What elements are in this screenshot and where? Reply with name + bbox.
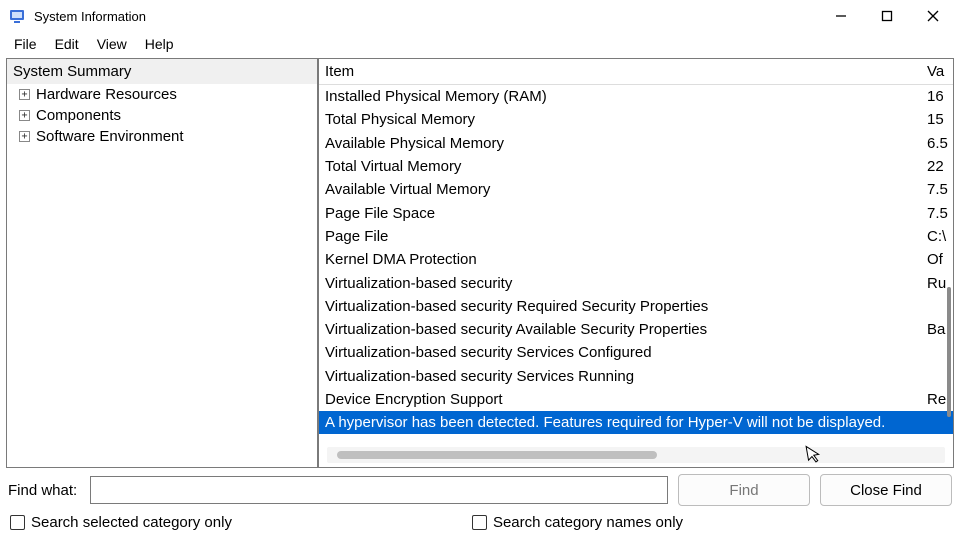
list-row[interactable]: Total Physical Memory15 <box>319 108 953 131</box>
list-row[interactable]: Device Encryption SupportRe <box>319 388 953 411</box>
find-button[interactable]: Find <box>678 474 810 506</box>
app-icon <box>8 7 26 25</box>
checkbox-icon[interactable] <box>10 515 25 530</box>
expand-icon[interactable]: + <box>19 89 30 100</box>
menu-help[interactable]: Help <box>137 34 182 54</box>
cell-item: Available Physical Memory <box>319 135 925 152</box>
expand-icon[interactable]: + <box>19 110 30 121</box>
menu-file[interactable]: File <box>6 34 45 54</box>
list-row[interactable]: Installed Physical Memory (RAM)16 <box>319 85 953 108</box>
cell-item: Virtualization-based security Services C… <box>319 344 925 361</box>
list-row[interactable]: Page File Space7.5 <box>319 201 953 224</box>
horizontal-scrollbar[interactable] <box>327 447 945 463</box>
checkbox-label: Search category names only <box>493 514 683 531</box>
cell-item: Total Physical Memory <box>319 111 925 128</box>
list-row[interactable]: Available Virtual Memory7.5 <box>319 178 953 201</box>
list-row[interactable]: Kernel DMA ProtectionOf <box>319 248 953 271</box>
window-title: System Information <box>34 9 146 24</box>
maximize-button[interactable] <box>864 1 910 31</box>
list-row[interactable]: Virtualization-based security Available … <box>319 318 953 341</box>
cell-item: Page File <box>319 228 925 245</box>
checkbox-search-selected-category[interactable]: Search selected category only <box>10 514 232 531</box>
cell-item: Available Virtual Memory <box>319 181 925 198</box>
cell-item: A hypervisor has been detected. Features… <box>319 414 925 431</box>
list-row[interactable]: Available Physical Memory6.5 <box>319 132 953 155</box>
tree-item-label: Software Environment <box>36 128 184 145</box>
cell-item: Total Virtual Memory <box>319 158 925 175</box>
list-header: Item Va <box>319 59 953 85</box>
list-row[interactable]: Virtualization-based securityRu <box>319 271 953 294</box>
checkbox-icon[interactable] <box>472 515 487 530</box>
horizontal-scrollbar-thumb[interactable] <box>337 451 657 459</box>
tree-item-label: Hardware Resources <box>36 86 177 103</box>
find-bar: Find what: Find Close Find Search select… <box>0 468 960 531</box>
category-tree[interactable]: System Summary + Hardware Resources + Co… <box>6 58 318 468</box>
checkbox-label: Search selected category only <box>31 514 232 531</box>
list-row[interactable]: Virtualization-based security Services R… <box>319 365 953 388</box>
tree-item-components[interactable]: + Components <box>7 105 317 126</box>
content-area: System Summary + Hardware Resources + Co… <box>0 58 960 468</box>
cell-item: Virtualization-based security <box>319 275 925 292</box>
cell-item: Kernel DMA Protection <box>319 251 925 268</box>
expand-icon[interactable]: + <box>19 131 30 142</box>
close-find-button[interactable]: Close Find <box>820 474 952 506</box>
menu-edit[interactable]: Edit <box>47 34 87 54</box>
tree-item-software-environment[interactable]: + Software Environment <box>7 126 317 147</box>
vertical-scrollbar-thumb[interactable] <box>947 287 951 417</box>
list-row[interactable]: Virtualization-based security Services C… <box>319 341 953 364</box>
details-list: Item Va Installed Physical Memory (RAM)1… <box>318 58 954 468</box>
cell-item: Virtualization-based security Services R… <box>319 368 925 385</box>
list-row[interactable]: A hypervisor has been detected. Features… <box>319 411 953 434</box>
find-input[interactable] <box>90 476 668 504</box>
menu-view[interactable]: View <box>89 34 135 54</box>
tree-root-system-summary[interactable]: System Summary <box>7 59 317 84</box>
cell-item: Device Encryption Support <box>319 391 925 408</box>
find-label: Find what: <box>8 482 80 499</box>
title-bar: System Information <box>0 0 960 32</box>
tree-item-hardware-resources[interactable]: + Hardware Resources <box>7 84 317 105</box>
list-row[interactable]: Total Virtual Memory22 <box>319 155 953 178</box>
cell-item: Installed Physical Memory (RAM) <box>319 88 925 105</box>
tree-item-label: Components <box>36 107 121 124</box>
cell-item: Virtualization-based security Available … <box>319 321 925 338</box>
checkbox-search-category-names[interactable]: Search category names only <box>472 514 683 531</box>
cell-item: Virtualization-based security Required S… <box>319 298 925 315</box>
cell-item: Page File Space <box>319 205 925 222</box>
close-button[interactable] <box>910 1 956 31</box>
column-header-value[interactable]: Va <box>925 61 953 82</box>
vertical-scrollbar[interactable] <box>943 87 953 447</box>
menu-bar: File Edit View Help <box>0 32 960 58</box>
list-body[interactable]: Installed Physical Memory (RAM)16Total P… <box>319 85 953 444</box>
list-row[interactable]: Page FileC:\ <box>319 225 953 248</box>
column-header-item[interactable]: Item <box>319 61 925 82</box>
minimize-button[interactable] <box>818 1 864 31</box>
list-row[interactable]: Virtualization-based security Required S… <box>319 295 953 318</box>
